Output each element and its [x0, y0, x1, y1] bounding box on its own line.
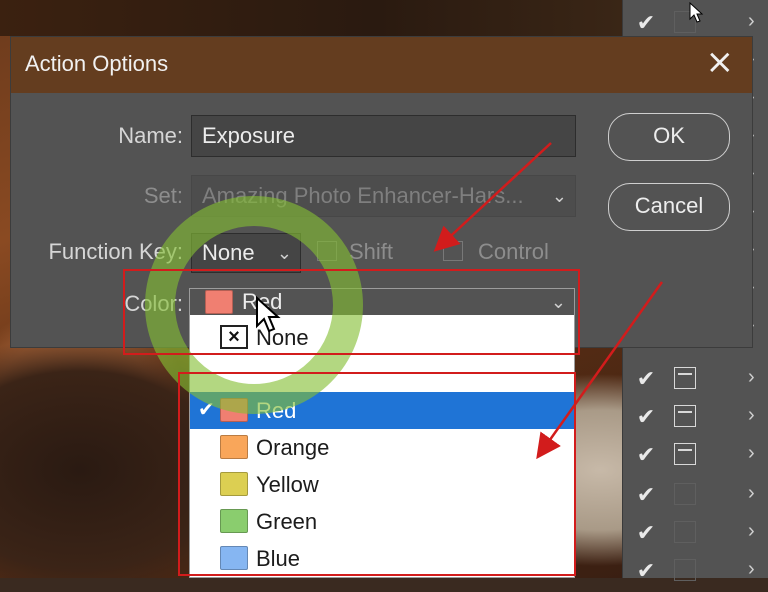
arrow-line — [433, 142, 552, 252]
mouse-cursor-icon — [256, 296, 281, 333]
mouse-cursor-icon — [689, 2, 704, 23]
arrow-line — [536, 281, 664, 460]
annotation-arrows — [433, 142, 664, 460]
